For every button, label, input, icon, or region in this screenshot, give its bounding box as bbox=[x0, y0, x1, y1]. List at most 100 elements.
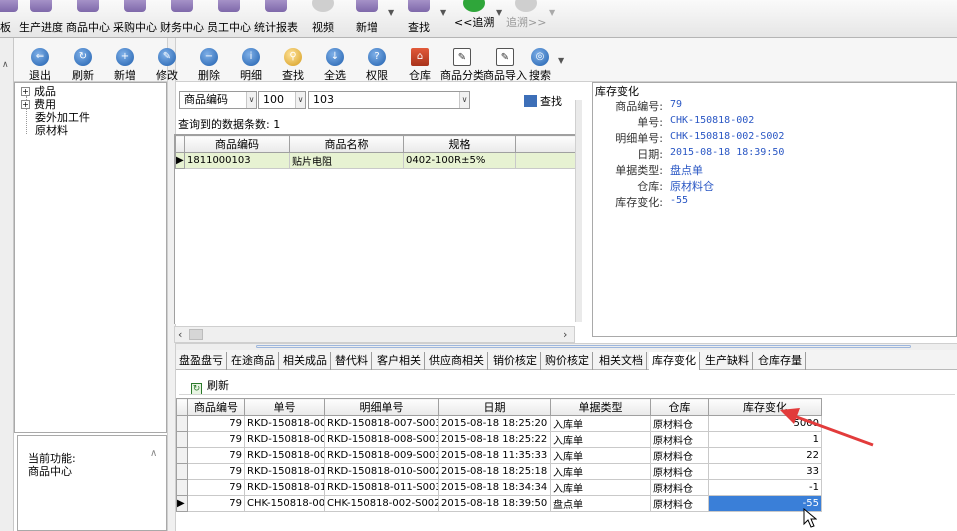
splitter-grip[interactable] bbox=[256, 345, 911, 348]
add-button[interactable]: + 新增 bbox=[111, 44, 139, 82]
top-btn-employee-center[interactable]: 员工中心 bbox=[206, 0, 252, 38]
column-header[interactable]: 仓库 bbox=[650, 398, 709, 416]
tab-warehouse-stock[interactable]: 仓库存量 bbox=[755, 352, 806, 370]
cell-product-name[interactable]: 贴片电阻 bbox=[289, 152, 404, 169]
tree-item-outsourced-parts[interactable]: 委外加工件 bbox=[35, 111, 90, 124]
detail-value: -55 bbox=[670, 195, 689, 206]
top-btn-product-center[interactable]: 商品中心 bbox=[65, 0, 111, 38]
top-btn-finance-center[interactable]: 财务中心 bbox=[159, 0, 205, 38]
top-btn-production-progress[interactable]: 生产进度 bbox=[18, 0, 64, 38]
left-collapse-strip[interactable]: ∧ bbox=[0, 38, 14, 531]
product-import-button[interactable]: ✎ 商品导入 bbox=[483, 44, 527, 82]
table-row[interactable]: 79 RKD-150818-007 RKD-150818-007-S003 20… bbox=[176, 415, 822, 432]
search-field-select[interactable]: 商品编码 ∨ bbox=[179, 91, 257, 109]
tree-item-raw-materials[interactable]: 原材料 bbox=[35, 124, 68, 137]
table-row[interactable]: ▶ 1811000103 贴片电阻 0402-100R±5% bbox=[175, 152, 575, 169]
trace-back-caret-icon[interactable]: ▼ bbox=[496, 8, 502, 17]
horizontal-splitter[interactable] bbox=[176, 343, 957, 350]
tree-expand-icon[interactable]: + bbox=[21, 87, 30, 96]
column-header[interactable]: 商品名称 bbox=[289, 135, 404, 153]
tree-item-expenses[interactable]: + 费用 bbox=[21, 98, 56, 111]
refresh-button[interactable]: ↻ 刷新 bbox=[69, 44, 97, 82]
top-btn-reports[interactable]: 统计报表 bbox=[253, 0, 299, 38]
tab-production-shortage[interactable]: 生产缺料 bbox=[702, 352, 753, 370]
column-header[interactable]: 商品编码 bbox=[184, 135, 290, 153]
top-btn-trace-forward[interactable]: 追溯>> bbox=[506, 0, 546, 38]
column-header[interactable]: 商品编号 bbox=[187, 398, 245, 416]
detail-label: 单据类型: bbox=[615, 164, 663, 177]
mouse-cursor-icon bbox=[803, 508, 817, 528]
table-row-selected[interactable]: ▶ 79 CHK-150818-002 CHK-150818-002-S002 … bbox=[176, 495, 822, 512]
tab-documents[interactable]: 相关文档 bbox=[596, 352, 647, 370]
row-header bbox=[176, 479, 188, 496]
column-header[interactable]: 单号 bbox=[244, 398, 325, 416]
grid-horizontal-scrollbar[interactable]: ‹ › bbox=[174, 326, 575, 343]
tab-related-finished[interactable]: 相关成品 bbox=[280, 352, 331, 370]
search-dropdown-caret-icon[interactable]: ▼ bbox=[558, 56, 564, 65]
table-row[interactable]: 79 RKD-150818-010 RKD-150818-010-S002 20… bbox=[176, 463, 822, 480]
table-row[interactable]: 79 RKD-150818-008 RKD-150818-008-S003 20… bbox=[176, 431, 822, 448]
exit-button[interactable]: ⇐ 退出 bbox=[26, 44, 54, 82]
bottom-refresh-button[interactable]: ↻ 刷新 bbox=[191, 377, 229, 395]
find-button[interactable]: ⚲ 查找 bbox=[279, 44, 307, 82]
warehouse-icon: ⌂ bbox=[411, 48, 429, 66]
new-dropdown-caret-icon[interactable]: ▼ bbox=[388, 8, 394, 17]
top-btn-purchase-center[interactable]: 采购中心 bbox=[112, 0, 158, 38]
table-row[interactable]: 79 RKD-150818-009 RKD-150818-009-S003 20… bbox=[176, 447, 822, 464]
tab-stock-change[interactable]: 库存变化 bbox=[649, 352, 700, 370]
help-icon: ? bbox=[368, 48, 386, 66]
collapse-up-icon[interactable]: ∧ bbox=[2, 60, 9, 70]
column-header[interactable]: 规格 bbox=[403, 135, 516, 153]
table-row[interactable]: 79 RKD-150818-011 RKD-150818-011-S003 20… bbox=[176, 479, 822, 496]
trace-forward-caret-icon[interactable]: ▼ bbox=[549, 8, 555, 17]
detail-value: 原材料仓 bbox=[670, 180, 714, 193]
tab-sale-price[interactable]: 销价核定 bbox=[490, 352, 541, 370]
top-btn-dashboard[interactable]: 看板 bbox=[0, 0, 18, 38]
production-icon bbox=[30, 0, 52, 12]
row-header bbox=[176, 463, 188, 480]
grid-corner bbox=[176, 398, 188, 416]
detail-label: 单号: bbox=[637, 116, 663, 129]
top-btn-find[interactable]: 查找 bbox=[402, 0, 436, 38]
tab-purchase-price[interactable]: 购价核定 bbox=[542, 352, 593, 370]
result-count-select[interactable]: 100 ∨ bbox=[258, 91, 306, 109]
select-all-button[interactable]: ↓ 全选 bbox=[321, 44, 349, 82]
detail-value: 盘点单 bbox=[670, 164, 703, 177]
detail-label: 仓库: bbox=[637, 180, 663, 193]
cell-spec[interactable]: 0402-100R±5% bbox=[403, 152, 516, 169]
cell-product-code[interactable]: 1811000103 bbox=[184, 152, 290, 169]
tab-suppliers[interactable]: 供应商相关 bbox=[426, 352, 488, 370]
top-btn-video[interactable]: 视频 bbox=[306, 0, 340, 38]
search-input[interactable]: 103 ∨ bbox=[308, 91, 470, 109]
video-icon bbox=[312, 0, 334, 12]
permission-button[interactable]: ? 权限 bbox=[363, 44, 391, 82]
column-header[interactable]: 日期 bbox=[438, 398, 551, 416]
annotation-arrow-shaft bbox=[793, 414, 874, 447]
detail-value: CHK-150818-002-S002 bbox=[670, 131, 785, 142]
scroll-left-icon[interactable]: ‹ bbox=[178, 328, 182, 341]
tree-item-finished-goods[interactable]: + 成品 bbox=[21, 85, 56, 98]
exit-icon: ⇐ bbox=[31, 48, 49, 66]
find-dropdown-caret-icon[interactable]: ▼ bbox=[440, 8, 446, 17]
tab-in-transit[interactable]: 在途商品 bbox=[228, 352, 279, 370]
top-btn-trace-back[interactable]: <<追溯 bbox=[454, 0, 494, 38]
column-header[interactable]: 明细单号 bbox=[324, 398, 439, 416]
edit-button[interactable]: ✎ 修改 bbox=[153, 44, 181, 82]
tab-substitutes[interactable]: 替代料 bbox=[332, 352, 372, 370]
tab-customers[interactable]: 客户相关 bbox=[374, 352, 425, 370]
annotation-arrow-head bbox=[780, 408, 800, 424]
top-btn-new[interactable]: 新增 bbox=[350, 0, 384, 38]
scroll-thumb[interactable] bbox=[189, 329, 203, 340]
tab-inventory-gain-loss[interactable]: 盘盈盘亏 bbox=[176, 352, 227, 370]
delete-button[interactable]: − 删除 bbox=[195, 44, 223, 82]
scroll-right-icon[interactable]: › bbox=[563, 328, 567, 341]
detail-button[interactable]: i 明细 bbox=[237, 44, 265, 82]
product-icon bbox=[77, 0, 99, 12]
column-header[interactable]: 单据类型 bbox=[550, 398, 651, 416]
product-category-button[interactable]: ✎ 商品分类 bbox=[440, 44, 484, 82]
tree-expand-icon[interactable]: + bbox=[21, 100, 30, 109]
collapse-up-icon[interactable]: ∧ bbox=[150, 448, 157, 459]
search-button[interactable]: ◎ 搜索 bbox=[528, 44, 552, 82]
warehouse-button[interactable]: ⌂ 仓库 bbox=[406, 44, 434, 82]
refresh-icon: ↻ bbox=[74, 48, 92, 66]
